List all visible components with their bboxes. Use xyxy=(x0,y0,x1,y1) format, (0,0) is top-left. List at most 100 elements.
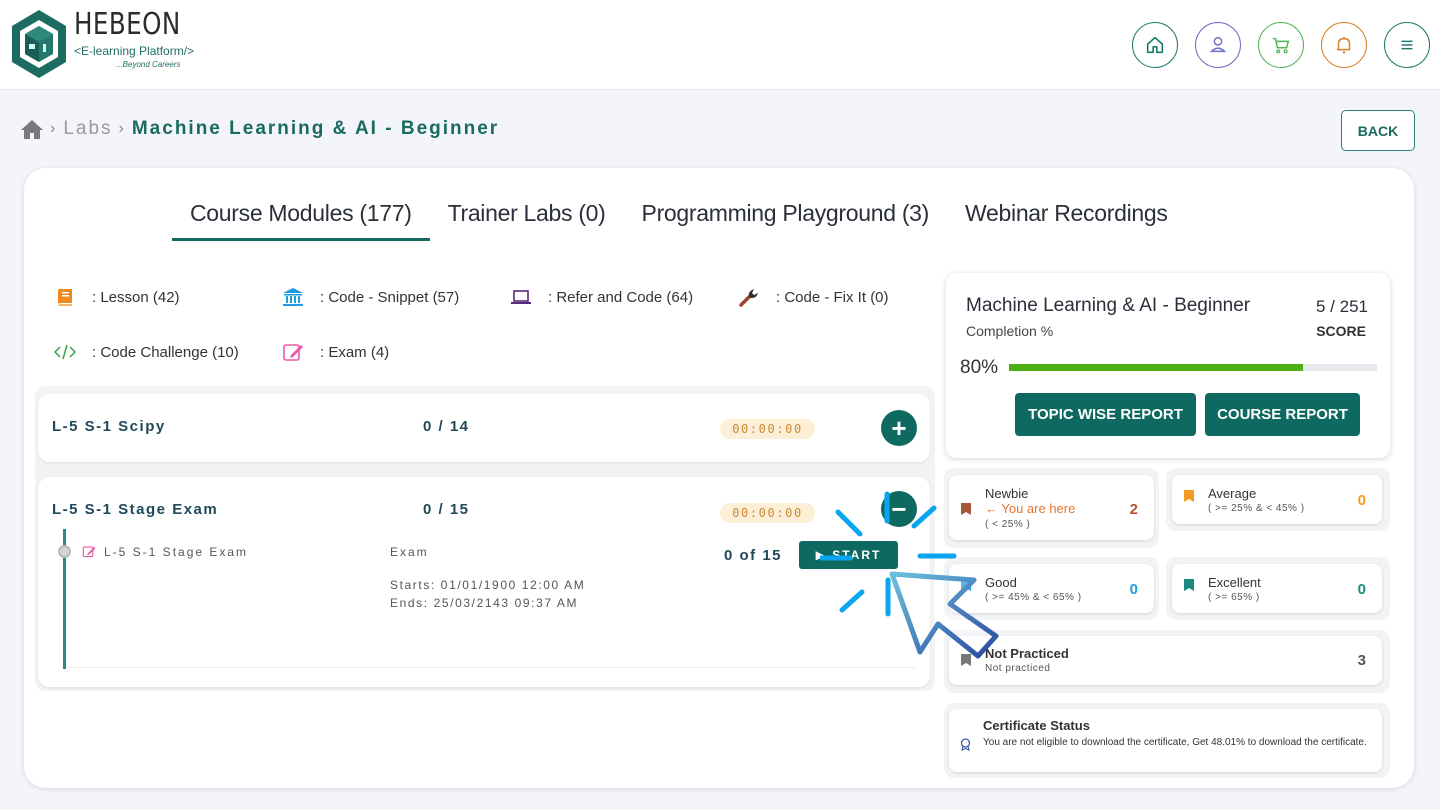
level-excellent: Excellent ( >= 65% ) 0 xyxy=(1172,564,1382,613)
home-icon[interactable] xyxy=(20,118,44,140)
divider xyxy=(66,667,916,668)
module-count: 0 / 14 xyxy=(423,418,470,435)
legend-lesson: : Lesson (42) xyxy=(54,286,180,308)
bookmark-icon xyxy=(1184,579,1194,591)
level-count: 0 xyxy=(1357,581,1366,598)
module-title: L-5 S-1 Scipy xyxy=(52,418,166,435)
notifications-button[interactable] xyxy=(1321,22,1367,68)
edit-icon xyxy=(82,546,96,558)
level-range: Not practiced xyxy=(985,663,1051,674)
bookmark-icon xyxy=(961,503,971,515)
exam-end-date: Ends: 25/03/2143 09:37 AM xyxy=(390,596,579,610)
bell-icon xyxy=(1336,36,1351,54)
tab-webinar-recordings[interactable]: Webinar Recordings xyxy=(947,196,1186,241)
summary-title: Machine Learning & AI - Beginner xyxy=(966,295,1251,316)
legend-label: : Code Challenge (10) xyxy=(92,343,239,361)
certificate-title: Certificate Status xyxy=(983,718,1090,733)
breadcrumb: › Labs › Machine Learning & AI - Beginne… xyxy=(20,118,499,140)
level-name: Average xyxy=(1208,486,1257,501)
course-report-button[interactable]: COURSE REPORT xyxy=(1205,393,1360,436)
level-range: ( >= 65% ) xyxy=(1208,592,1260,603)
completion-percent: 80% xyxy=(960,357,999,378)
brand-subtitle: <E-learning Platform/> xyxy=(74,44,195,58)
exam-start-date: Starts: 01/01/1900 12:00 AM xyxy=(390,578,586,592)
breadcrumb-separator: › xyxy=(118,120,126,137)
tab-course-modules[interactable]: Course Modules (177) xyxy=(172,196,430,241)
level-name: Excellent xyxy=(1208,575,1261,590)
summary-score-label: SCORE xyxy=(1316,323,1366,339)
code-icon xyxy=(54,344,76,360)
module-count: 0 / 15 xyxy=(423,501,470,518)
level-count: 0 xyxy=(1357,492,1366,509)
legend-label: : Exam (4) xyxy=(320,343,390,361)
book-icon xyxy=(58,289,72,306)
bookmark-icon xyxy=(961,579,971,591)
level-average: Average ( >= 25% & < 45% ) 0 xyxy=(1172,475,1382,524)
course-summary-card: Machine Learning & AI - Beginner 5 / 251… xyxy=(946,273,1390,458)
wrench-icon xyxy=(739,289,758,307)
topic-wise-report-button[interactable]: TOPIC WISE REPORT xyxy=(1015,393,1196,436)
level-name: Good xyxy=(985,575,1017,590)
tab-trainer-labs[interactable]: Trainer Labs (0) xyxy=(430,196,624,241)
legend-refer-and-code: : Refer and Code (64) xyxy=(510,286,693,308)
brand-logo[interactable]: HEBEON <E-learning Platform/> ...Beyond … xyxy=(8,8,204,80)
tab-programming-playground[interactable]: Programming Playground (3) xyxy=(624,196,948,241)
module-timer: 00:00:00 xyxy=(720,419,815,439)
legend-label: : Lesson (42) xyxy=(92,288,180,306)
top-navbar: HEBEON <E-learning Platform/> ...Beyond … xyxy=(0,0,1440,90)
menu-button[interactable] xyxy=(1384,22,1430,68)
legend-label: : Refer and Code (64) xyxy=(548,288,694,306)
level-range: ( >= 25% & < 45% ) xyxy=(1208,503,1305,514)
completion-bar xyxy=(1009,364,1377,371)
collapse-button[interactable]: − xyxy=(881,491,917,527)
exam-progress: 0 of 15 xyxy=(724,547,783,564)
tree-node xyxy=(58,545,71,558)
bank-icon xyxy=(283,288,303,306)
level-newbie: Newbie ← You are here ( < 25% ) 2 xyxy=(949,475,1154,540)
legend-exam: : Exam (4) xyxy=(282,341,389,363)
summary-score: 5 / 251 xyxy=(1316,297,1368,316)
award-icon xyxy=(960,738,971,751)
completion-bar-fill xyxy=(1009,364,1304,371)
brand-tagline: ...Beyond Careers xyxy=(116,60,181,69)
level-count: 0 xyxy=(1129,581,1138,598)
exam-item-title[interactable]: L-5 S-1 Stage Exam xyxy=(104,545,248,559)
level-name: Newbie xyxy=(985,486,1029,501)
level-not-practiced: Not Practiced Not practiced 3 xyxy=(949,636,1382,685)
laptop-icon xyxy=(511,290,531,304)
start-exam-button[interactable]: ▶ START xyxy=(799,541,898,569)
profile-button[interactable] xyxy=(1195,22,1241,68)
legend-code-snippet: : Code - Snippet (57) xyxy=(282,286,459,308)
edit-icon xyxy=(283,344,303,361)
user-icon xyxy=(1209,36,1227,53)
exam-item-type: Exam xyxy=(390,545,429,559)
breadcrumb-labs-link[interactable]: Labs xyxy=(63,118,112,140)
main-card: Course Modules (177) Trainer Labs (0) Pr… xyxy=(24,168,1414,788)
summary-subtitle: Completion % xyxy=(966,323,1054,339)
level-name: Not Practiced xyxy=(985,646,1069,661)
home-icon xyxy=(1146,36,1164,54)
home-button[interactable] xyxy=(1132,22,1178,68)
module-title: L-5 S-1 Stage Exam xyxy=(52,501,219,518)
module-row[interactable]: L-5 S-1 Stage Exam 0 / 15 00:00:00 − L-5… xyxy=(38,477,930,687)
certificate-status-card: Certificate Status You are not eligible … xyxy=(949,709,1382,772)
back-button[interactable]: BACK xyxy=(1341,110,1415,151)
legend-label: : Code - Snippet (57) xyxy=(320,288,460,306)
module-list: L-5 S-1 Scipy 0 / 14 00:00:00 + L-5 S-1 … xyxy=(35,386,935,691)
module-timer: 00:00:00 xyxy=(720,503,815,523)
cart-button[interactable] xyxy=(1258,22,1304,68)
legend-label: : Code - Fix It (0) xyxy=(776,288,889,306)
certificate-message: You are not eligible to download the cer… xyxy=(983,737,1367,748)
breadcrumb-separator: › xyxy=(50,120,58,137)
expand-button[interactable]: + xyxy=(881,410,917,446)
bookmark-icon xyxy=(961,654,971,666)
level-range: ( >= 45% & < 65% ) xyxy=(985,592,1082,603)
cart-icon xyxy=(1272,37,1290,54)
legend-code-challenge: : Code Challenge (10) xyxy=(54,341,239,363)
level-good: Good ( >= 45% & < 65% ) 0 xyxy=(949,564,1154,613)
tab-bar: Course Modules (177) Trainer Labs (0) Pr… xyxy=(172,196,1186,241)
module-row[interactable]: L-5 S-1 Scipy 0 / 14 00:00:00 + xyxy=(38,394,930,462)
bookmark-icon xyxy=(1184,490,1194,502)
level-range: ( < 25% ) xyxy=(985,519,1031,530)
you-are-here-marker: ← You are here xyxy=(985,501,1076,516)
